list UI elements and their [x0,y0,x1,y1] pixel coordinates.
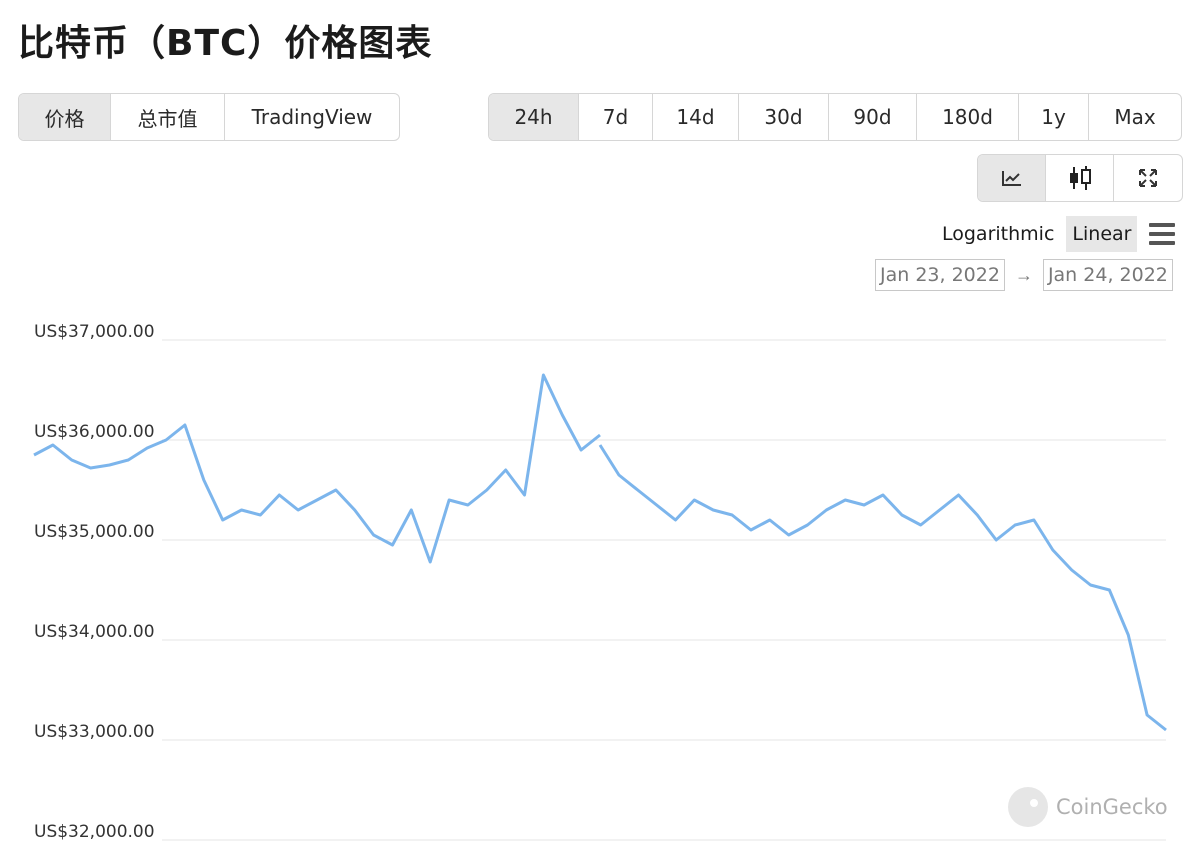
watermark-text: CoinGecko [1056,795,1168,819]
candlestick-button[interactable] [1046,155,1114,201]
time-range-group: 24h 7d 14d 30d 90d 180d 1y Max [488,93,1182,141]
linear-button[interactable]: Linear [1066,216,1138,252]
chart-tool-group [977,154,1183,202]
range-14d-button[interactable]: 14d [653,94,739,140]
y-tick-label: US$36,000.00 [34,422,155,442]
range-1y-button[interactable]: 1y [1019,94,1089,140]
candlestick-icon [1069,166,1091,190]
range-90d-button[interactable]: 90d [829,94,917,140]
arrow-right-icon: → [1014,264,1033,285]
range-30d-button[interactable]: 30d [739,94,829,140]
tab-tradingview[interactable]: TradingView [225,94,399,140]
menu-icon[interactable] [1149,223,1176,245]
scale-toggle: Logarithmic Linear [936,216,1176,252]
date-from-input[interactable]: Jan 23, 2022 [875,259,1005,291]
chart-gridlines [162,339,1166,841]
chart-series [33,373,1167,732]
price-line-segment [598,444,1167,732]
y-axis-labels: US$37,000.00 US$36,000.00 US$35,000.00 US$3… [34,322,155,842]
y-tick-label: US$37,000.00 [34,322,155,342]
y-tick-label: US$35,000.00 [34,522,155,542]
chart-tab-group: 价格 总市值 TradingView [18,93,400,141]
fullscreen-button[interactable] [1114,155,1182,201]
range-180d-button[interactable]: 180d [917,94,1019,140]
line-chart-button[interactable] [978,155,1046,201]
tab-market-cap[interactable]: 总市值 [111,94,225,140]
y-tick-label: US$34,000.00 [34,622,155,642]
range-24h-button[interactable]: 24h [489,94,579,140]
page-title: 比特币（BTC）价格图表 [18,23,433,64]
coingecko-watermark: CoinGecko [1008,787,1168,827]
logarithmic-button[interactable]: Logarithmic [936,216,1060,252]
date-range: Jan 23, 2022 → Jan 24, 2022 [875,259,1173,291]
coingecko-logo-icon [1008,787,1048,827]
tab-price[interactable]: 价格 [19,94,111,140]
line-chart-icon [1001,171,1021,186]
range-max-button[interactable]: Max [1089,94,1181,140]
fullscreen-icon [1139,169,1157,187]
date-to-input[interactable]: Jan 24, 2022 [1042,259,1173,291]
y-tick-label: US$33,000.00 [34,722,155,742]
price-chart: US$37,000.00 US$36,000.00 US$35,000.00 US$3… [33,322,1167,842]
y-tick-label: US$32,000.00 [34,822,155,842]
range-7d-button[interactable]: 7d [579,94,653,140]
